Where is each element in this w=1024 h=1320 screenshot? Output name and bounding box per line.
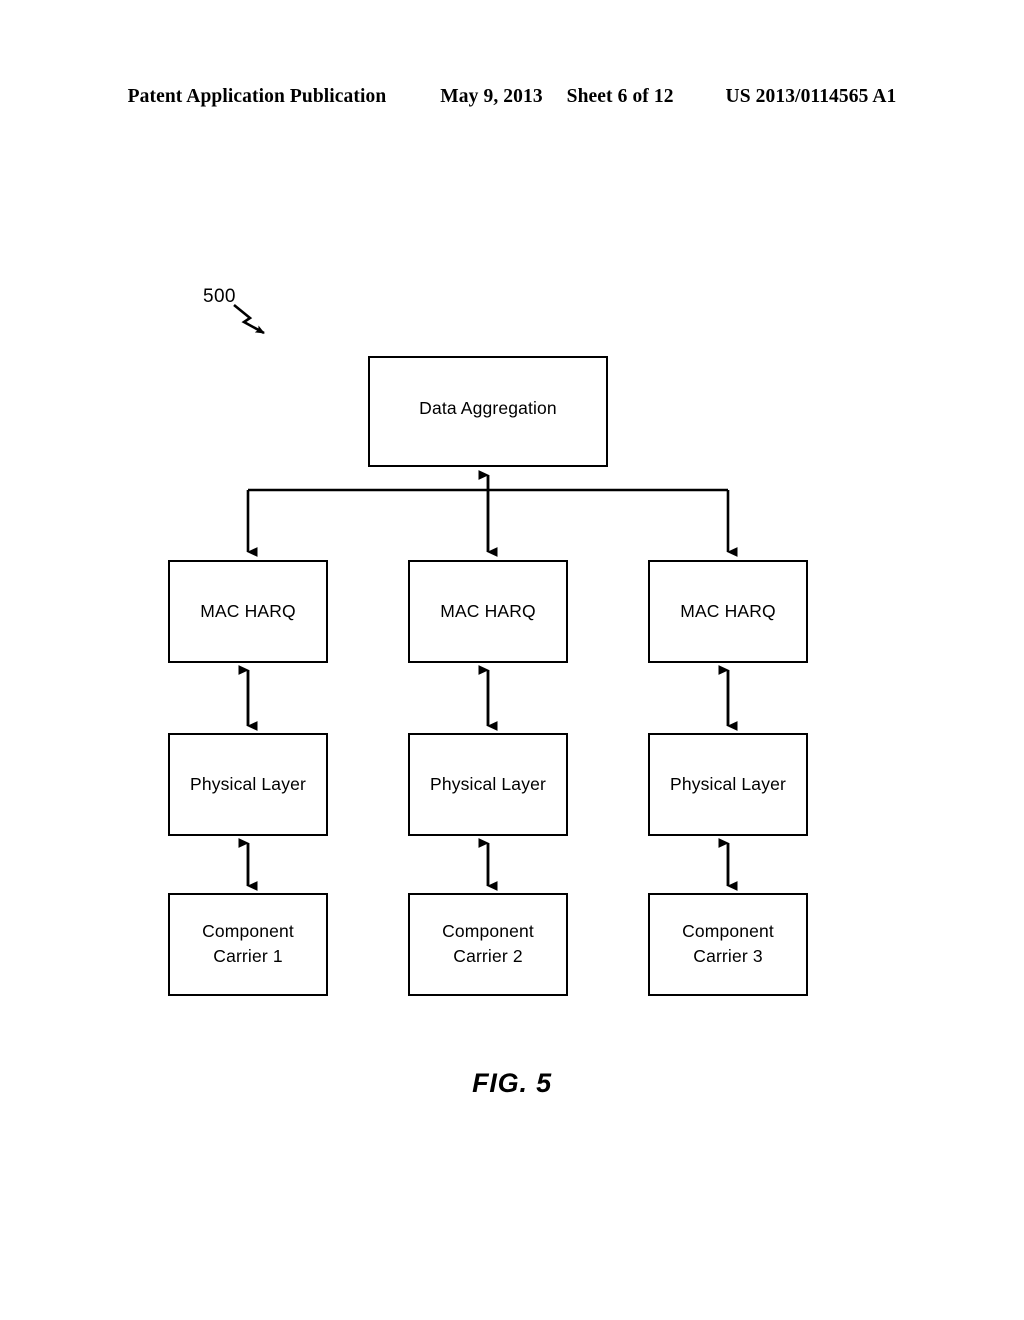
node-mac-harq-1: MAC HARQ: [168, 560, 328, 663]
node-physical-layer-1: Physical Layer: [168, 733, 328, 836]
node-component-carrier-1-label: Component Carrier 1: [202, 921, 294, 966]
node-mac-harq-3-label: MAC HARQ: [680, 600, 776, 621]
node-component-carrier-2-label: Component Carrier 2: [442, 921, 534, 966]
reference-lead-line: [233, 303, 265, 335]
node-physical-layer-3-label: Physical Layer: [670, 773, 786, 794]
node-data-aggregation: Data Aggregation: [368, 356, 608, 467]
node-physical-layer-2: Physical Layer: [408, 733, 568, 836]
node-component-carrier-1: Component Carrier 1: [168, 893, 328, 996]
node-component-carrier-2: Component Carrier 2: [408, 893, 568, 996]
node-physical-layer-1-label: Physical Layer: [190, 773, 306, 794]
node-mac-harq-2-label: MAC HARQ: [440, 600, 536, 621]
node-mac-harq-2: MAC HARQ: [408, 560, 568, 663]
node-component-carrier-3: Component Carrier 3: [648, 893, 808, 996]
node-mac-harq-3: MAC HARQ: [648, 560, 808, 663]
node-data-aggregation-label: Data Aggregation: [419, 398, 557, 419]
figure-caption: FIG. 5: [472, 1068, 552, 1098]
node-physical-layer-2-label: Physical Layer: [430, 773, 546, 794]
node-physical-layer-3: Physical Layer: [648, 733, 808, 836]
figure-500-canvas: 500 Data Aggregation MAC HARQ MAC HARQ M…: [0, 0, 1024, 1320]
node-component-carrier-3-label: Component Carrier 3: [682, 921, 774, 966]
reference-numeral-500: 500: [203, 286, 236, 307]
node-mac-harq-1-label: MAC HARQ: [200, 600, 296, 621]
